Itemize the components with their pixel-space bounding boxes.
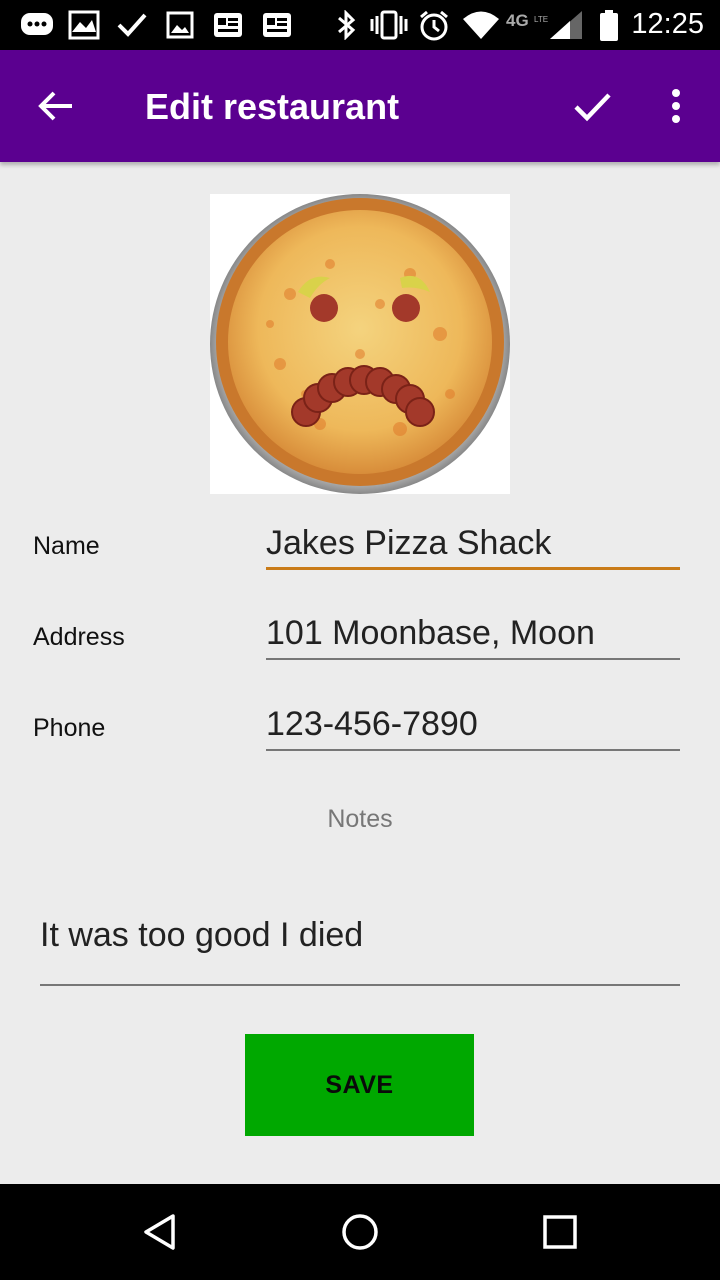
notes-field[interactable]: It was too good I died — [40, 916, 680, 986]
name-label: Name — [33, 532, 100, 560]
image-icon — [166, 11, 194, 39]
check-icon — [117, 13, 147, 37]
phone-value[interactable]: 123-456-7890 — [266, 705, 478, 744]
battery-icon — [600, 10, 618, 41]
signal-icon — [550, 11, 582, 39]
nav-bar — [0, 1184, 720, 1280]
status-bar: 4G LTE 12:25 — [0, 0, 720, 50]
more-vert-icon[interactable] — [664, 88, 688, 124]
address-underline — [266, 658, 680, 660]
name-value[interactable]: Jakes Pizza Shack — [266, 524, 551, 563]
home-circle-icon[interactable] — [340, 1212, 380, 1252]
svg-text:4G: 4G — [506, 11, 529, 30]
notes-underline — [40, 984, 680, 986]
vibrate-icon — [370, 10, 408, 40]
restaurant-photo[interactable] — [210, 194, 510, 494]
news-icon — [263, 13, 291, 37]
phone-label: Phone — [33, 714, 106, 742]
address-label: Address — [33, 623, 125, 651]
address-field[interactable]: 101 Moonbase, Moon — [266, 614, 680, 660]
recents-square-icon[interactable] — [540, 1212, 580, 1252]
messaging-icon — [21, 13, 53, 35]
notes-label: Notes — [327, 805, 393, 833]
4g-lte-icon: 4G LTE — [506, 11, 548, 30]
phone-field[interactable]: 123-456-7890 — [266, 705, 680, 751]
phone-underline — [266, 749, 680, 751]
wifi-icon — [463, 11, 499, 39]
alarm-icon — [420, 10, 448, 41]
arrow-back-icon[interactable] — [36, 86, 76, 126]
save-button[interactable]: SAVE — [245, 1034, 474, 1136]
name-field[interactable]: Jakes Pizza Shack — [266, 524, 680, 570]
news-icon — [214, 13, 242, 37]
app-bar: Edit restaurant — [0, 50, 720, 162]
bluetooth-icon — [338, 10, 356, 40]
page-title: Edit restaurant — [145, 86, 400, 127]
status-time: 12:25 — [631, 8, 704, 40]
check-icon[interactable] — [572, 86, 612, 126]
svg-text:LTE: LTE — [534, 15, 548, 24]
name-underline — [266, 567, 680, 570]
back-triangle-icon[interactable] — [140, 1212, 180, 1252]
pizza-image — [210, 194, 510, 494]
address-value[interactable]: 101 Moonbase, Moon — [266, 614, 595, 653]
notes-value[interactable]: It was too good I died — [40, 916, 363, 955]
photos-icon — [68, 10, 100, 40]
